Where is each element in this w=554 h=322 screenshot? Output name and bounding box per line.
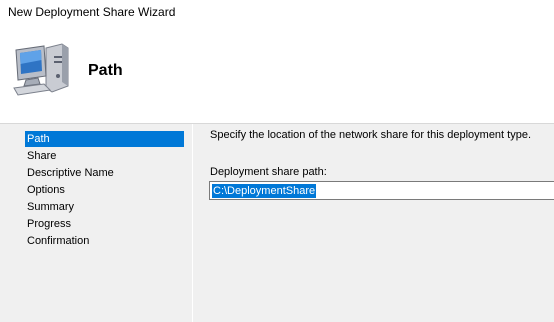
nav-item-path[interactable]: Path bbox=[25, 131, 184, 147]
nav-item-options[interactable]: Options bbox=[25, 182, 65, 198]
title-bar: New Deployment Share Wizard bbox=[0, 0, 554, 24]
wizard-header: Path bbox=[0, 24, 554, 124]
page-title: Path bbox=[88, 62, 123, 79]
instruction-text: Specify the location of the network shar… bbox=[210, 129, 532, 141]
nav-item-summary[interactable]: Summary bbox=[25, 199, 74, 215]
nav-item-share[interactable]: Share bbox=[25, 148, 56, 164]
wizard-body: Path Share Descriptive Name Options Summ… bbox=[0, 124, 554, 322]
path-input-value: C:\DeploymentShare bbox=[212, 183, 317, 198]
deployment-share-path-input[interactable]: C:\DeploymentShare bbox=[209, 181, 554, 200]
deployment-share-path-label: Deployment share path: bbox=[210, 166, 327, 178]
nav-item-confirmation[interactable]: Confirmation bbox=[25, 233, 89, 249]
computer-icon bbox=[10, 38, 72, 100]
wizard-steps-nav: Path Share Descriptive Name Options Summ… bbox=[0, 124, 192, 322]
window-title: New Deployment Share Wizard bbox=[8, 5, 176, 19]
nav-item-descriptive-name[interactable]: Descriptive Name bbox=[25, 165, 114, 181]
step-content: Specify the location of the network shar… bbox=[193, 124, 554, 322]
nav-item-progress[interactable]: Progress bbox=[25, 216, 71, 232]
